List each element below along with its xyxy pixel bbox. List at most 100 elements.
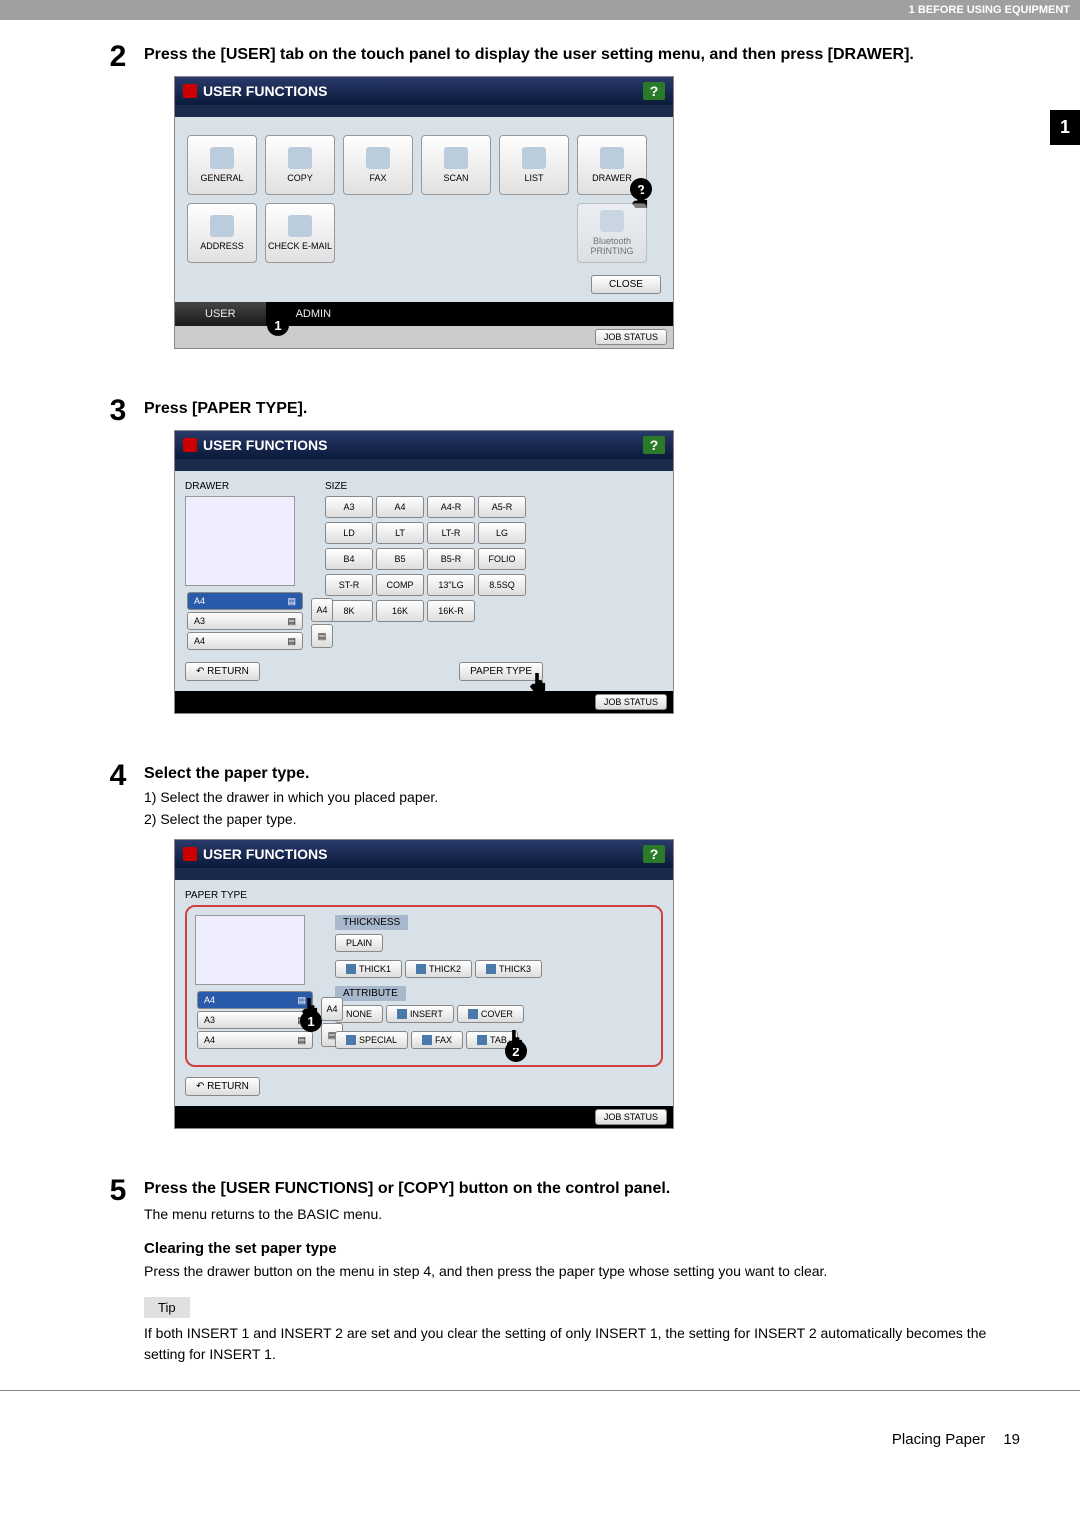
drawer-label: DRAWER [185,481,305,492]
pointer-hand-icon [528,673,546,691]
bluetooth-icon [600,210,624,232]
attr-icon [468,1009,478,1019]
pointer-hand-icon [300,998,318,1016]
thickness-label: THICKNESS [335,915,408,930]
size-btn-comp[interactable]: COMP [376,574,424,596]
step-4-sub-2: 2) Select the paper type. [144,811,1020,827]
size-btn-85sq[interactable]: 8.5SQ [478,574,526,596]
size-btn-b4[interactable]: B4 [325,548,373,570]
size-btn-16kr[interactable]: 16K-R [427,600,475,622]
close-button[interactable]: CLOSE [591,275,661,294]
printer-graphic [195,915,305,985]
fax-icon [366,147,390,169]
drawer-slot-2[interactable]: A3▤ [187,612,303,630]
address-button[interactable]: ADDRESS [187,203,257,263]
paper-type-label: PAPER TYPE [185,890,663,901]
size-btn-b5r[interactable]: B5-R [427,548,475,570]
user-functions-panel-3: USER FUNCTIONS ? PAPER TYPE A4▤ [174,839,674,1129]
attr-icon [346,1035,356,1045]
chapter-header: 1 BEFORE USING EQUIPMENT [0,0,1080,20]
drawer-slot-3[interactable]: A4▤ [197,1031,313,1049]
attribute-tab[interactable]: TAB 2 [466,1031,518,1049]
drawer-button[interactable]: DRAWER 2 [577,135,647,195]
paper-type-button[interactable]: PAPER TYPE [459,662,543,681]
chapter-side-tab: 1 [1050,110,1080,145]
thick-icon [346,964,356,974]
drawer-slot-1[interactable]: A4▤ [197,991,313,1009]
pointer-hand-icon [505,1030,523,1048]
list-button[interactable]: LIST [499,135,569,195]
general-button[interactable]: GENERAL [187,135,257,195]
size-btn-a5r[interactable]: A5-R [478,496,526,518]
size-btn-ltr[interactable]: LT-R [427,522,475,544]
check-email-button[interactable]: CHECK E-MAIL [265,203,335,263]
size-btn-ld[interactable]: LD [325,522,373,544]
footer-section: Placing Paper [892,1431,985,1448]
thickness-thick3[interactable]: THICK3 [475,960,542,978]
size-btn-a3[interactable]: A3 [325,496,373,518]
size-btn-13lg[interactable]: 13"LG [427,574,475,596]
job-status-button[interactable]: JOB STATUS [595,694,667,710]
job-status-button[interactable]: JOB STATUS [595,329,667,345]
general-icon [210,147,234,169]
size-btn-16k[interactable]: 16K [376,600,424,622]
size-btn-folio[interactable]: FOLIO [478,548,526,570]
panel-1-title: USER FUNCTIONS [203,83,327,99]
list-icon [522,147,546,169]
footer-page: 19 [1003,1431,1020,1448]
bluetooth-printing-button[interactable]: Bluetooth PRINTING [577,203,647,263]
panel-logo-icon [183,847,197,861]
thickness-thick1[interactable]: THICK1 [335,960,402,978]
drawer-side-slot[interactable]: A4 [311,598,333,622]
size-btn-a4[interactable]: A4 [376,496,424,518]
step-4-sub-1: 1) Select the drawer in which you placed… [144,789,1020,805]
step-2-title: Press the [USER] tab on the touch panel … [144,46,1020,64]
step-4-title: Select the paper type. [144,765,1020,783]
return-button[interactable]: ↶ RETURN [185,662,260,681]
help-icon[interactable]: ? [643,845,665,863]
attr-icon [397,1009,407,1019]
attr-icon [477,1035,487,1045]
attribute-cover[interactable]: COVER [457,1005,524,1023]
drawer-slot-2[interactable]: A3▤ 1 [197,1011,313,1029]
size-btn-b5[interactable]: B5 [376,548,424,570]
tip-label: Tip [144,1297,190,1318]
step-5-number: 5 [100,1174,136,1208]
tip-text: If both INSERT 1 and INSERT 2 are set an… [144,1323,1020,1365]
attribute-label: ATTRIBUTE [335,986,406,1001]
help-icon[interactable]: ? [643,436,665,454]
panel-logo-icon [183,438,197,452]
drawer-slot-1[interactable]: A4▤ [187,592,303,610]
step-2-number: 2 [100,40,136,74]
address-icon [210,215,234,237]
pointer-hand-icon [273,303,291,321]
drawer-side-slot[interactable]: A4 [321,997,343,1021]
thickness-thick2[interactable]: THICK2 [405,960,472,978]
copy-icon [288,147,312,169]
size-btn-lg[interactable]: LG [478,522,526,544]
step-4-number: 4 [100,759,136,793]
drawer-slot-3[interactable]: A4▤ [187,632,303,650]
thick-icon [486,964,496,974]
size-btn-a4r[interactable]: A4-R [427,496,475,518]
drawer-side-indicator: ▤ [311,624,333,648]
copy-button[interactable]: COPY [265,135,335,195]
size-btn-str[interactable]: ST-R [325,574,373,596]
thickness-plain[interactable]: PLAIN [335,934,383,952]
step-5-text: The menu returns to the BASIC menu. [144,1204,1020,1225]
size-btn-lt[interactable]: LT [376,522,424,544]
clearing-text: Press the drawer button on the menu in s… [144,1261,1020,1282]
step-5-title: Press the [USER FUNCTIONS] or [COPY] but… [144,1180,1020,1198]
printer-graphic [185,496,295,586]
attribute-special[interactable]: SPECIAL [335,1031,408,1049]
attribute-insert[interactable]: INSERT [386,1005,454,1023]
help-icon[interactable]: ? [643,82,665,100]
job-status-button[interactable]: JOB STATUS [595,1109,667,1125]
scan-button[interactable]: SCAN [421,135,491,195]
fax-button[interactable]: FAX [343,135,413,195]
scan-icon [444,147,468,169]
attribute-fax[interactable]: FAX [411,1031,463,1049]
user-tab[interactable]: USER [175,302,266,326]
panel-2-title: USER FUNCTIONS [203,437,327,453]
return-button[interactable]: ↶ RETURN [185,1077,260,1096]
